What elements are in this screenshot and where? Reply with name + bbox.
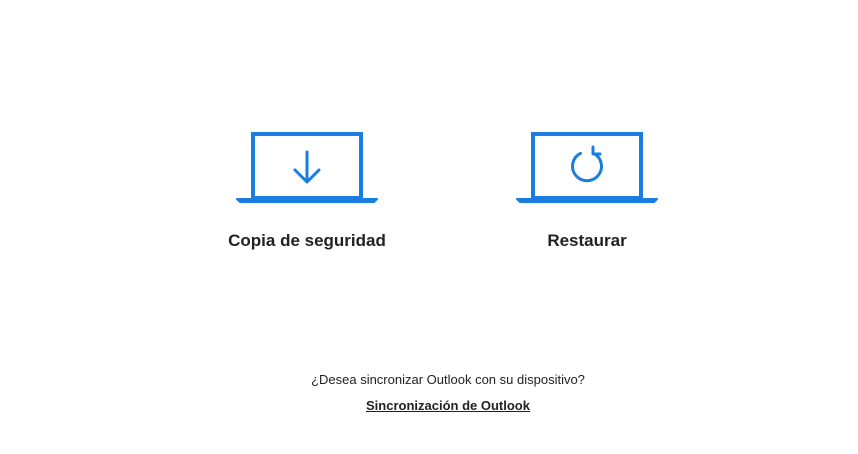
laptop-restore-icon — [516, 132, 658, 203]
backup-restore-page: Copia de seguridad Restaurar ¿Desea sinc… — [0, 0, 858, 454]
restore-option[interactable]: Restaurar — [487, 130, 687, 251]
laptop-download-icon — [236, 132, 378, 203]
outlook-sync-link[interactable]: Sincronización de Outlook — [0, 398, 858, 413]
backup-option[interactable]: Copia de seguridad — [207, 130, 407, 251]
restore-label: Restaurar — [547, 231, 627, 250]
backup-label: Copia de seguridad — [228, 231, 386, 250]
sync-question-text: ¿Desea sincronizar Outlook con su dispos… — [311, 372, 585, 387]
